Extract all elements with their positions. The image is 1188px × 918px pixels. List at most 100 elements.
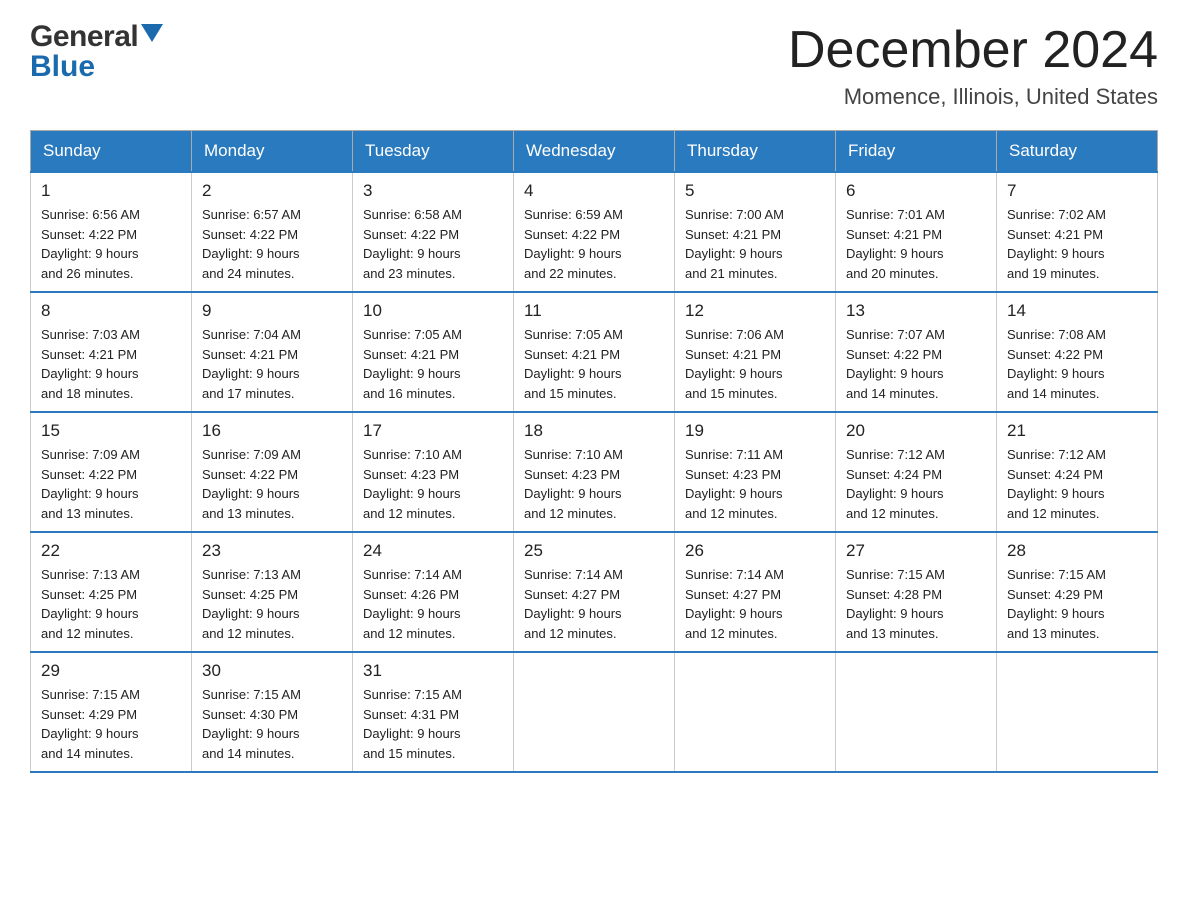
table-row: 11Sunrise: 7:05 AMSunset: 4:21 PMDayligh…: [514, 292, 675, 412]
table-row: 6Sunrise: 7:01 AMSunset: 4:21 PMDaylight…: [836, 172, 997, 292]
table-row: 9Sunrise: 7:04 AMSunset: 4:21 PMDaylight…: [192, 292, 353, 412]
day-info: Sunrise: 7:00 AMSunset: 4:21 PMDaylight:…: [685, 205, 825, 283]
day-info: Sunrise: 6:57 AMSunset: 4:22 PMDaylight:…: [202, 205, 342, 283]
calendar-week-row: 15 Sunrise: 7:09 AMSunset: 4:22 PMDayligh…: [31, 412, 1158, 532]
logo-arrow-icon: [141, 24, 163, 42]
table-row: 14 Sunrise: 7:08 AMSunset: 4:22 PMDayligh…: [997, 292, 1158, 412]
table-row: 30Sunrise: 7:15 AMSunset: 4:30 PMDayligh…: [192, 652, 353, 772]
table-row: [514, 652, 675, 772]
table-row: [997, 652, 1158, 772]
day-info: Sunrise: 6:58 AMSunset: 4:22 PMDaylight:…: [363, 205, 503, 283]
day-info: Sunrise: 7:09 AMSunset: 4:22 PMDaylight:…: [41, 445, 181, 523]
col-wednesday: Wednesday: [514, 131, 675, 173]
day-number: 24: [363, 541, 503, 561]
day-info: Sunrise: 7:15 AMSunset: 4:30 PMDaylight:…: [202, 685, 342, 763]
title-area: December 2024 Momence, Illinois, United …: [788, 20, 1158, 110]
table-row: 24 Sunrise: 7:14 AMSunset: 4:26 PMDayligh…: [353, 532, 514, 652]
day-info: Sunrise: 7:04 AMSunset: 4:21 PMDaylight:…: [202, 325, 342, 403]
calendar-week-row: 22Sunrise: 7:13 AMSunset: 4:25 PMDayligh…: [31, 532, 1158, 652]
col-thursday: Thursday: [675, 131, 836, 173]
table-row: [836, 652, 997, 772]
day-number: 20: [846, 421, 986, 441]
day-info: Sunrise: 7:05 AMSunset: 4:21 PMDaylight:…: [363, 325, 503, 403]
day-number: 14: [1007, 301, 1147, 321]
day-number: 7: [1007, 181, 1147, 201]
day-info: Sunrise: 7:11 AMSunset: 4:23 PMDaylight:…: [685, 445, 825, 523]
logo: General Blue: [30, 20, 163, 84]
table-row: 27 Sunrise: 7:15 AMSunset: 4:28 PMDayligh…: [836, 532, 997, 652]
day-number: 27: [846, 541, 986, 561]
table-row: 13 Sunrise: 7:07 AMSunset: 4:22 PMDayligh…: [836, 292, 997, 412]
col-friday: Friday: [836, 131, 997, 173]
table-row: 28Sunrise: 7:15 AMSunset: 4:29 PMDayligh…: [997, 532, 1158, 652]
table-row: 23 Sunrise: 7:13 AMSunset: 4:25 PMDayligh…: [192, 532, 353, 652]
day-info: Sunrise: 7:02 AMSunset: 4:21 PMDaylight:…: [1007, 205, 1147, 283]
day-info: Sunrise: 7:15 AMSunset: 4:29 PMDaylight:…: [41, 685, 181, 763]
calendar-week-row: 1 Sunrise: 6:56 AMSunset: 4:22 PMDaylight…: [31, 172, 1158, 292]
page-header: General Blue December 2024 Momence, Illi…: [30, 20, 1158, 110]
col-saturday: Saturday: [997, 131, 1158, 173]
table-row: 3 Sunrise: 6:58 AMSunset: 4:22 PMDaylight…: [353, 172, 514, 292]
table-row: 7 Sunrise: 7:02 AMSunset: 4:21 PMDaylight…: [997, 172, 1158, 292]
day-info: Sunrise: 7:14 AMSunset: 4:27 PMDaylight:…: [524, 565, 664, 643]
table-row: 5 Sunrise: 7:00 AMSunset: 4:21 PMDaylight…: [675, 172, 836, 292]
day-info: Sunrise: 6:59 AMSunset: 4:22 PMDaylight:…: [524, 205, 664, 283]
table-row: 20 Sunrise: 7:12 AMSunset: 4:24 PMDayligh…: [836, 412, 997, 532]
col-tuesday: Tuesday: [353, 131, 514, 173]
day-number: 13: [846, 301, 986, 321]
day-info: Sunrise: 7:06 AMSunset: 4:21 PMDaylight:…: [685, 325, 825, 403]
day-info: Sunrise: 7:15 AMSunset: 4:28 PMDaylight:…: [846, 565, 986, 643]
day-info: Sunrise: 7:08 AMSunset: 4:22 PMDaylight:…: [1007, 325, 1147, 403]
table-row: 21 Sunrise: 7:12 AMSunset: 4:24 PMDayligh…: [997, 412, 1158, 532]
table-row: 26Sunrise: 7:14 AMSunset: 4:27 PMDayligh…: [675, 532, 836, 652]
day-info: Sunrise: 7:15 AMSunset: 4:31 PMDaylight:…: [363, 685, 503, 763]
calendar-header-row: Sunday Monday Tuesday Wednesday Thursday…: [31, 131, 1158, 173]
table-row: 1 Sunrise: 6:56 AMSunset: 4:22 PMDaylight…: [31, 172, 192, 292]
table-row: 22Sunrise: 7:13 AMSunset: 4:25 PMDayligh…: [31, 532, 192, 652]
day-number: 5: [685, 181, 825, 201]
day-number: 1: [41, 181, 181, 201]
calendar-week-row: 29 Sunrise: 7:15 AMSunset: 4:29 PMDayligh…: [31, 652, 1158, 772]
col-sunday: Sunday: [31, 131, 192, 173]
day-info: Sunrise: 7:09 AMSunset: 4:22 PMDaylight:…: [202, 445, 342, 523]
day-number: 17: [363, 421, 503, 441]
day-number: 6: [846, 181, 986, 201]
day-number: 21: [1007, 421, 1147, 441]
day-info: Sunrise: 7:13 AMSunset: 4:25 PMDaylight:…: [41, 565, 181, 643]
day-info: Sunrise: 7:10 AMSunset: 4:23 PMDaylight:…: [524, 445, 664, 523]
table-row: 17Sunrise: 7:10 AMSunset: 4:23 PMDayligh…: [353, 412, 514, 532]
calendar-table: Sunday Monday Tuesday Wednesday Thursday…: [30, 130, 1158, 773]
day-info: Sunrise: 7:13 AMSunset: 4:25 PMDaylight:…: [202, 565, 342, 643]
month-title: December 2024: [788, 20, 1158, 80]
day-info: Sunrise: 6:56 AMSunset: 4:22 PMDaylight:…: [41, 205, 181, 283]
day-number: 18: [524, 421, 664, 441]
day-number: 31: [363, 661, 503, 681]
day-number: 29: [41, 661, 181, 681]
day-number: 15: [41, 421, 181, 441]
table-row: [675, 652, 836, 772]
table-row: 12 Sunrise: 7:06 AMSunset: 4:21 PMDayligh…: [675, 292, 836, 412]
table-row: 16Sunrise: 7:09 AMSunset: 4:22 PMDayligh…: [192, 412, 353, 532]
day-info: Sunrise: 7:05 AMSunset: 4:21 PMDaylight:…: [524, 325, 664, 403]
day-info: Sunrise: 7:12 AMSunset: 4:24 PMDaylight:…: [1007, 445, 1147, 523]
day-info: Sunrise: 7:12 AMSunset: 4:24 PMDaylight:…: [846, 445, 986, 523]
table-row: 2Sunrise: 6:57 AMSunset: 4:22 PMDaylight…: [192, 172, 353, 292]
day-info: Sunrise: 7:07 AMSunset: 4:22 PMDaylight:…: [846, 325, 986, 403]
day-info: Sunrise: 7:14 AMSunset: 4:27 PMDaylight:…: [685, 565, 825, 643]
col-monday: Monday: [192, 131, 353, 173]
day-number: 10: [363, 301, 503, 321]
table-row: 19Sunrise: 7:11 AMSunset: 4:23 PMDayligh…: [675, 412, 836, 532]
day-info: Sunrise: 7:03 AMSunset: 4:21 PMDaylight:…: [41, 325, 181, 403]
day-info: Sunrise: 7:14 AMSunset: 4:26 PMDaylight:…: [363, 565, 503, 643]
table-row: 29 Sunrise: 7:15 AMSunset: 4:29 PMDayligh…: [31, 652, 192, 772]
logo-general-text: General: [30, 20, 138, 54]
table-row: 10 Sunrise: 7:05 AMSunset: 4:21 PMDayligh…: [353, 292, 514, 412]
day-number: 8: [41, 301, 181, 321]
day-number: 28: [1007, 541, 1147, 561]
day-number: 12: [685, 301, 825, 321]
day-number: 3: [363, 181, 503, 201]
table-row: 4Sunrise: 6:59 AMSunset: 4:22 PMDaylight…: [514, 172, 675, 292]
day-number: 23: [202, 541, 342, 561]
calendar-week-row: 8 Sunrise: 7:03 AMSunset: 4:21 PMDaylight…: [31, 292, 1158, 412]
day-number: 25: [524, 541, 664, 561]
